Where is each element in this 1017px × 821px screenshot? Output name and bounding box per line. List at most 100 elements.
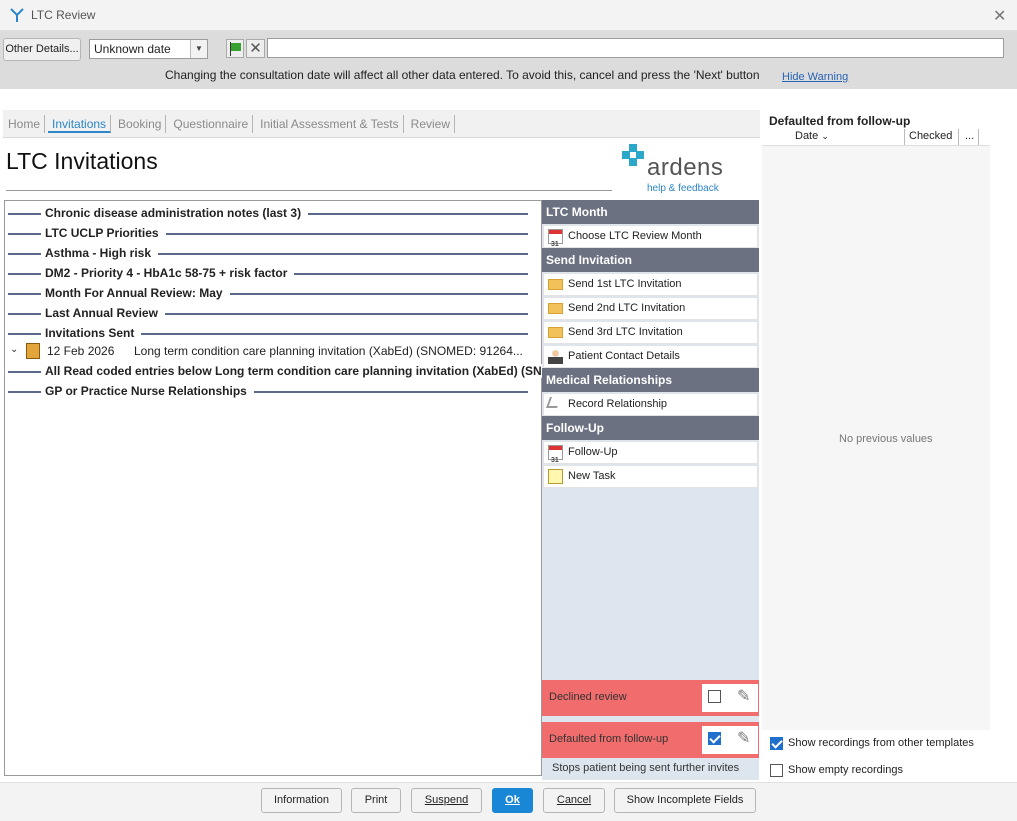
section-header: Last Annual Review (8, 304, 528, 322)
section-label: Last Annual Review (41, 306, 165, 320)
calendar-icon: 31 (548, 229, 563, 248)
person-icon (548, 349, 563, 364)
pencil-icon[interactable]: ✎ (737, 688, 755, 706)
grid-header: Date ⌄ Checked ... (762, 128, 990, 146)
defaulted-help-text: Stops patient being sent further invites (542, 758, 759, 778)
app-logo-icon (10, 8, 24, 22)
window-title: LTC Review (31, 8, 96, 22)
clear-date-button[interactable]: ✕ (246, 39, 265, 58)
consultation-text-input[interactable] (267, 38, 1004, 58)
section-header: GP or Practice Nurse Relationships (8, 382, 528, 400)
ok-button[interactable]: Ok (492, 788, 533, 813)
tab-home[interactable]: Home (3, 114, 46, 133)
section-header: Asthma - High risk (8, 244, 528, 262)
other-details-button[interactable]: Other Details... (3, 38, 81, 61)
section-header: All Read coded entries below Long term c… (8, 362, 552, 380)
column-header-checked[interactable]: Checked (909, 130, 952, 142)
chevron-down-icon: ⌄ (821, 131, 829, 141)
follow-up-button[interactable]: 31 Follow-Up (543, 441, 758, 464)
right-panel-title: Defaulted from follow-up (769, 114, 911, 128)
defaulted-follow-up-label: Defaulted from follow-up (549, 733, 669, 745)
actions-side-panel: LTC Month 31 Choose LTC Review Month Sen… (542, 200, 759, 780)
tab-questionnaire[interactable]: Questionnaire (169, 114, 254, 133)
cancel-button[interactable]: Cancel (543, 788, 605, 813)
section-label: GP or Practice Nurse Relationships (41, 384, 254, 398)
calendar-icon: 31 (548, 445, 563, 464)
help-feedback-link[interactable]: help & feedback (647, 183, 719, 194)
show-other-templates-checkbox[interactable] (770, 737, 783, 750)
task-note-icon (548, 469, 563, 484)
send-1st-invitation-button[interactable]: Send 1st LTC Invitation (543, 273, 758, 296)
title-divider (6, 190, 612, 191)
pencil-icon[interactable]: ✎ (737, 730, 755, 748)
send-2nd-invitation-button[interactable]: Send 2nd LTC Invitation (543, 297, 758, 320)
section-header: Month For Annual Review: May (8, 284, 528, 302)
send-invitation-header: Send Invitation (542, 248, 759, 272)
entry-date: 12 Feb 2026 (47, 344, 115, 358)
page-title: LTC Invitations (6, 148, 158, 174)
column-header-more[interactable]: ... (965, 130, 974, 142)
ltc-month-header: LTC Month (542, 200, 759, 224)
tab-bar: Home Invitations Booking Questionnaire I… (3, 110, 760, 138)
date-select-value: Unknown date (94, 42, 171, 56)
medical-relationships-header: Medical Relationships (542, 368, 759, 392)
show-other-templates-label: Show recordings from other templates (788, 737, 974, 749)
defaulted-follow-up-row: Defaulted from follow-up ✎ (542, 722, 759, 758)
section-label: Asthma - High risk (41, 246, 159, 260)
flag-icon (231, 43, 241, 51)
section-header: Chronic disease administration notes (la… (8, 204, 528, 222)
section-header: DM2 - Priority 4 - HbA1c 58-75 + risk fa… (8, 264, 528, 282)
column-divider (978, 129, 979, 145)
chevron-down-icon[interactable]: ⌄ (10, 344, 18, 355)
flag-button[interactable] (226, 39, 244, 58)
consultation-date-select[interactable]: Unknown date ▼ (89, 39, 208, 59)
envelope-icon (548, 303, 563, 314)
column-divider (958, 129, 959, 145)
print-button[interactable]: Print (351, 788, 401, 813)
envelope-icon (548, 327, 563, 338)
column-divider (904, 129, 905, 145)
section-label: DM2 - Priority 4 - HbA1c 58-75 + risk fa… (41, 266, 295, 280)
tab-invitations[interactable]: Invitations (48, 114, 112, 133)
title-bar (0, 0, 1017, 31)
empty-state-text: No previous values (839, 433, 933, 445)
logo-text: ardens (647, 154, 724, 181)
close-icon[interactable]: ✕ (993, 6, 1006, 26)
suspend-button[interactable]: Suspend (411, 788, 482, 813)
column-header-date[interactable]: Date ⌄ (795, 130, 829, 142)
choose-ltc-review-month-button[interactable]: 31 Choose LTC Review Month (543, 225, 758, 248)
invitation-entry-row[interactable]: ⌄ 12 Feb 2026 Long term condition care p… (8, 343, 538, 361)
template-content-list: Chronic disease administration notes (la… (4, 200, 552, 776)
new-task-button[interactable]: New Task (543, 465, 758, 488)
previous-values-grid (762, 128, 990, 730)
declined-review-row: Declined review ✎ (542, 680, 759, 716)
section-label: All Read coded entries below Long term c… (41, 364, 552, 378)
section-label: Chronic disease administration notes (la… (41, 206, 309, 220)
section-header: LTC UCLP Priorities (8, 224, 528, 242)
section-header: Invitations Sent (8, 324, 528, 342)
tab-booking[interactable]: Booking (114, 114, 167, 133)
tab-initial-assessment[interactable]: Initial Assessment & Tests (256, 114, 404, 133)
chevron-down-icon[interactable]: ▼ (190, 40, 207, 58)
tab-review[interactable]: Review (407, 114, 456, 133)
declined-review-label: Declined review (549, 691, 627, 703)
section-label: Invitations Sent (41, 326, 142, 340)
defaulted-follow-up-checkbox[interactable] (708, 732, 721, 745)
hide-warning-link[interactable]: Hide Warning (782, 71, 848, 83)
date-change-warning: Changing the consultation date will affe… (165, 68, 760, 82)
section-label: LTC UCLP Priorities (41, 226, 166, 240)
record-relationship-button[interactable]: Record Relationship (543, 393, 758, 416)
show-empty-recordings-label: Show empty recordings (788, 764, 903, 776)
entry-text: Long term condition care planning invita… (134, 344, 523, 358)
envelope-icon (548, 279, 563, 290)
follow-up-header: Follow-Up (542, 416, 759, 440)
section-label: Month For Annual Review: May (41, 286, 230, 300)
send-3rd-invitation-button[interactable]: Send 3rd LTC Invitation (543, 321, 758, 344)
declined-review-checkbox[interactable] (708, 690, 721, 703)
information-button[interactable]: Information (261, 788, 342, 813)
show-empty-recordings-checkbox[interactable] (770, 764, 783, 777)
relationship-icon (545, 397, 562, 408)
patient-contact-details-button[interactable]: Patient Contact Details (543, 345, 758, 368)
show-incomplete-fields-button[interactable]: Show Incomplete Fields (614, 788, 756, 813)
document-icon (26, 343, 40, 359)
